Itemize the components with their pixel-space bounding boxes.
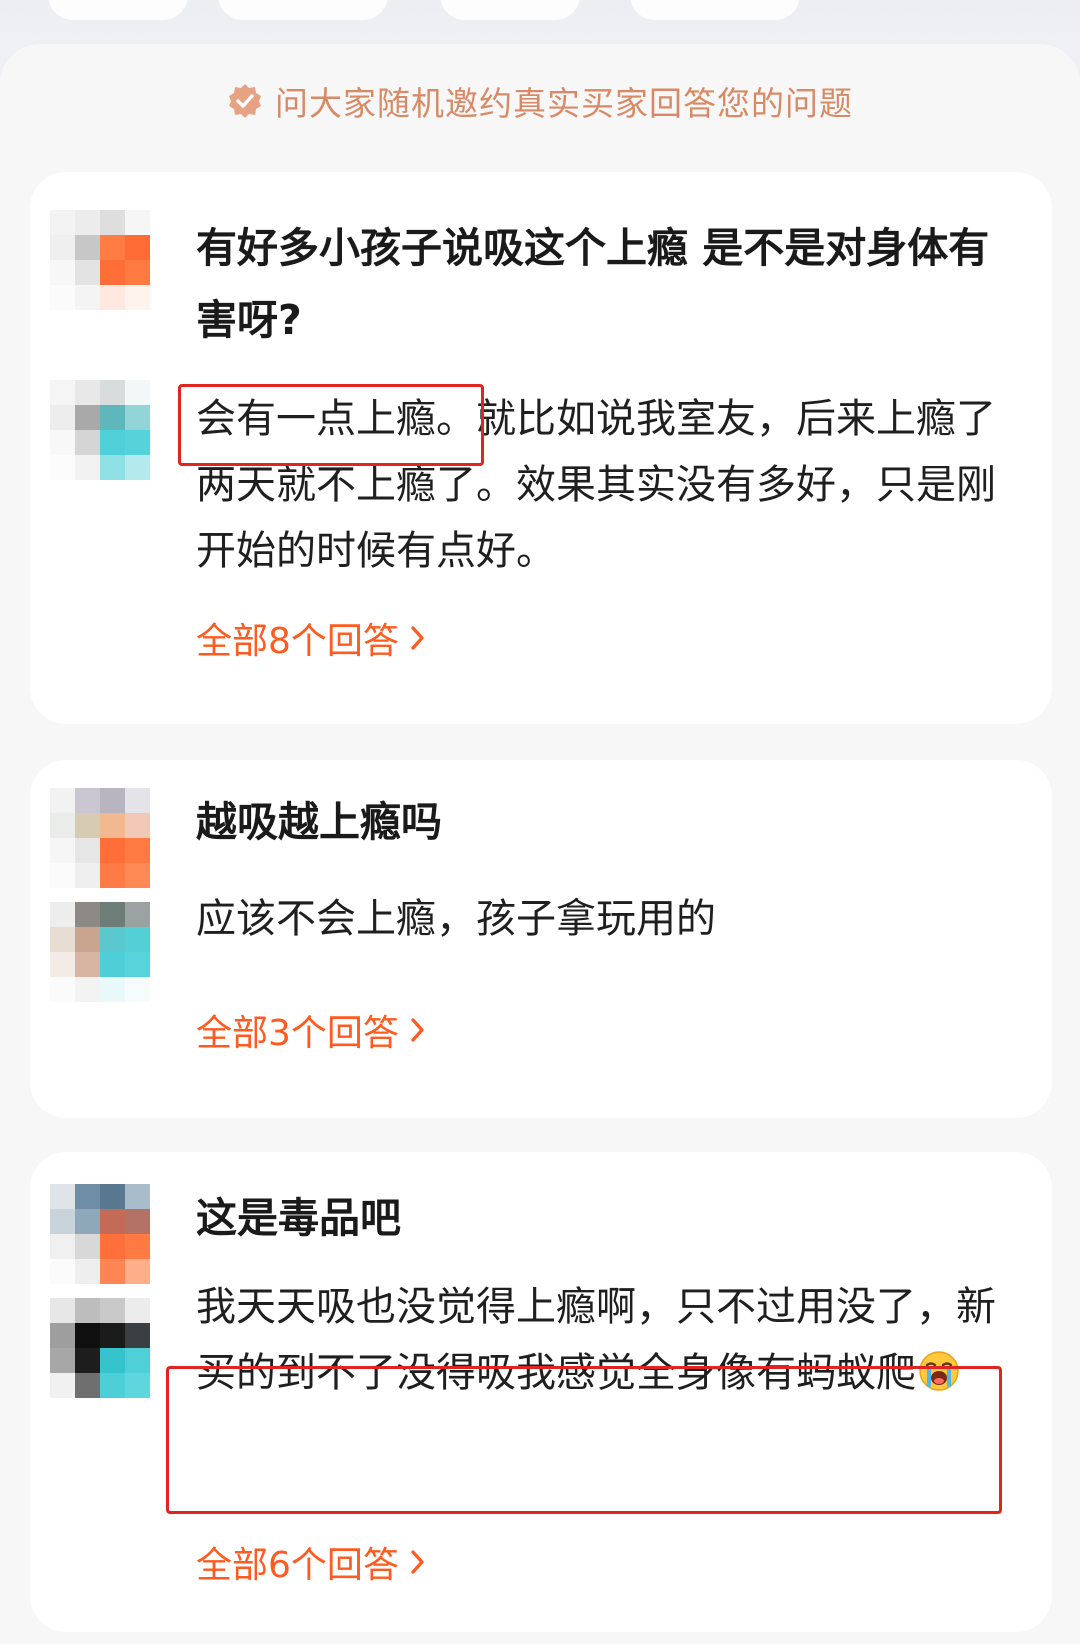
answer-text[interactable]: 会有一点上瘾。就比如说我室友，后来上瘾了两天就不上瘾了。效果其实没有多好，只是刚… bbox=[196, 386, 1016, 584]
verified-badge-icon bbox=[227, 83, 263, 119]
answer-body: 我天天吸也没觉得上瘾啊，只不过用没了，新买的到不了没得吸我感觉全身像有蚂蚁爬 bbox=[196, 1284, 996, 1396]
question-text[interactable]: 越吸越上瘾吗 bbox=[196, 786, 1006, 858]
asker-avatar bbox=[50, 788, 150, 888]
all-answers-link[interactable]: 全部3个回答 bbox=[196, 1004, 427, 1056]
answer-highlighted-text: 会有一点上瘾。 bbox=[196, 396, 476, 442]
banner-text: 问大家随机邀约真实买家回答您的问题 bbox=[275, 84, 853, 123]
asker-avatar bbox=[50, 210, 150, 310]
chevron-right-icon bbox=[411, 1018, 424, 1042]
all-answers-link[interactable]: 全部6个回答 bbox=[196, 1536, 427, 1588]
all-answers-label: 全部3个回答 bbox=[196, 1013, 399, 1054]
chevron-right-icon bbox=[411, 626, 424, 650]
qa-card[interactable]: 越吸越上瘾吗 应该不会上瘾，孩子拿玩用的 全部3个回答 bbox=[30, 760, 1052, 1118]
answerer-avatar bbox=[50, 902, 150, 1002]
crying-face-emoji bbox=[918, 1346, 960, 1391]
asker-avatar bbox=[50, 1184, 150, 1284]
top-button[interactable] bbox=[48, 0, 188, 20]
question-text[interactable]: 有好多小孩子说吸这个上瘾 是不是对身体有害呀? bbox=[196, 212, 1006, 356]
question-text[interactable]: 这是毒品吧 bbox=[196, 1182, 1006, 1254]
qa-card[interactable]: 有好多小孩子说吸这个上瘾 是不是对身体有害呀? 会有一点上瘾。就比如说我室友，后… bbox=[30, 172, 1052, 724]
answerer-avatar bbox=[50, 380, 150, 480]
top-button[interactable] bbox=[630, 0, 800, 20]
top-button[interactable] bbox=[218, 0, 388, 20]
qa-card[interactable]: 这是毒品吧 我天天吸也没觉得上瘾啊，只不过用没了，新买的到不了没得吸我感觉全身像… bbox=[30, 1152, 1052, 1632]
ask-everyone-banner: 问大家随机邀约真实买家回答您的问题 bbox=[0, 76, 1080, 126]
top-button[interactable] bbox=[440, 0, 580, 20]
top-strip bbox=[0, 0, 1080, 40]
all-answers-label: 全部8个回答 bbox=[196, 621, 399, 662]
all-answers-link[interactable]: 全部8个回答 bbox=[196, 612, 427, 664]
answer-text[interactable]: 应该不会上瘾，孩子拿玩用的 bbox=[196, 886, 1016, 952]
chevron-right-icon bbox=[411, 1550, 424, 1574]
answer-text[interactable]: 我天天吸也没觉得上瘾啊，只不过用没了，新买的到不了没得吸我感觉全身像有蚂蚁爬 bbox=[196, 1274, 1016, 1406]
all-answers-label: 全部6个回答 bbox=[196, 1545, 399, 1586]
answerer-avatar bbox=[50, 1298, 150, 1398]
